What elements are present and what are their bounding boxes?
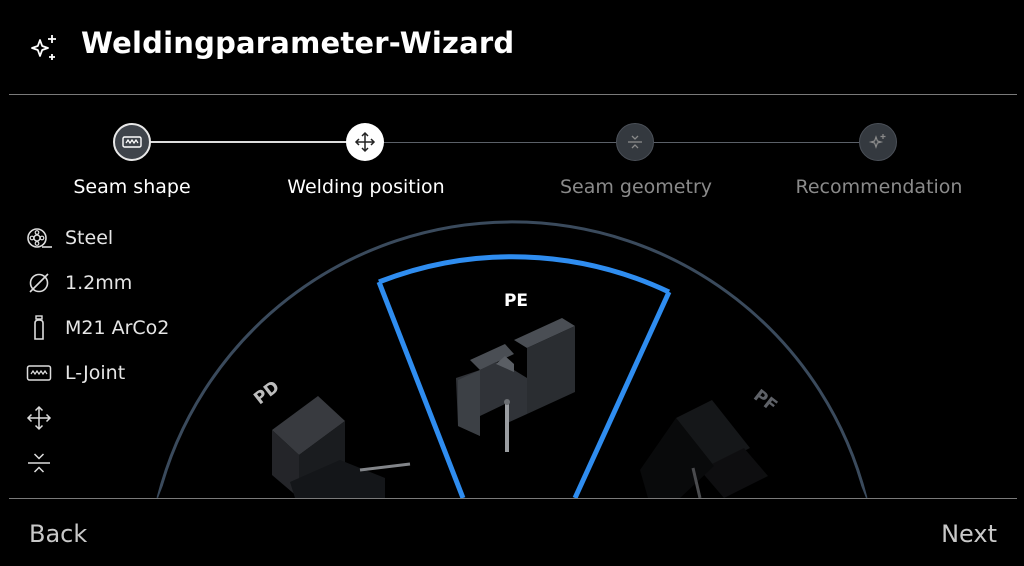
gas-bottle-icon	[34, 315, 44, 340]
spec-gas-value: M21 ArCo2	[65, 317, 170, 339]
footer-divider	[9, 498, 1017, 499]
spec-material-value: Steel	[65, 227, 114, 249]
spec-material: Steel	[24, 223, 113, 253]
spec-joint: L-Joint	[24, 358, 125, 388]
position-label-pe: PE	[504, 291, 528, 311]
back-button[interactable]: Back	[29, 520, 87, 548]
next-button[interactable]: Next	[941, 520, 997, 548]
seam-geometry-icon	[28, 453, 50, 473]
spec-position	[24, 403, 65, 433]
wire-spool-icon	[27, 228, 52, 248]
wizard-screen: Weldingparameter-Wizard Seam shape Weldi…	[0, 0, 1024, 566]
seam-shape-icon	[26, 365, 52, 381]
spec-wire-diameter: 1.2mm	[24, 268, 132, 298]
move-arrows-icon	[26, 405, 52, 431]
diameter-icon	[29, 273, 49, 293]
spec-joint-value: L-Joint	[65, 362, 126, 384]
spec-wire-diameter-value: 1.2mm	[65, 272, 133, 294]
spec-seam-geometry	[24, 448, 65, 478]
spec-gas: M21 ArCo2	[24, 313, 169, 343]
selection-summary: Steel 1.2mm M21 ArCo2 L-Joint	[0, 220, 200, 490]
